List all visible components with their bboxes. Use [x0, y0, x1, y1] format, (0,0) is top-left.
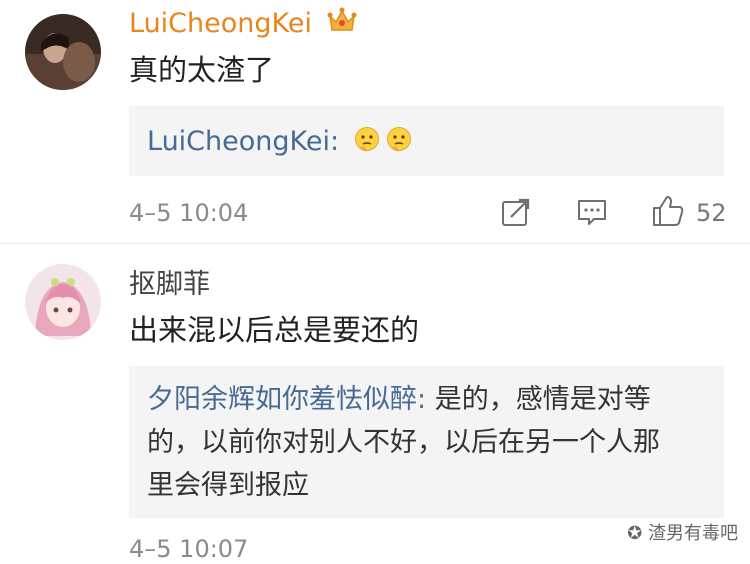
comment-item: 抠脚菲 出来混以后总是要还的 夕阳余辉如你羞怯似醉: 是的，感情是对等 的，以前… [0, 244, 750, 563]
comment-text: 出来混以后总是要还的 [129, 313, 420, 347]
reply-quote[interactable]: 夕阳余辉如你羞怯似醉: 是的，感情是对等 的，以前你对别人不好，以后在另一个人那… [129, 366, 724, 518]
comment-item: LuiCheongKei 真的太渣了 LuiCheongKei: 4–5 10:… [0, 0, 750, 242]
like-count: 52 [696, 199, 727, 227]
reply-quote[interactable]: LuiCheongKei: [129, 106, 724, 176]
username[interactable]: LuiCheongKei [129, 8, 312, 39]
username[interactable]: 抠脚菲 [129, 268, 210, 302]
comment-button[interactable] [576, 196, 608, 232]
crown-icon [327, 6, 357, 43]
reply-username[interactable]: 夕阳余辉如你羞怯似醉: [147, 384, 426, 415]
reply-text-line: 是的，感情是对等 [426, 384, 651, 415]
watermark-text: 渣男有毒吧 [648, 523, 738, 544]
comment-text: 真的太渣了 [129, 53, 275, 87]
comment-icon [578, 200, 606, 225]
timestamp: 4–5 10:04 [129, 199, 249, 227]
repost-button[interactable] [500, 196, 532, 232]
avatar[interactable] [25, 14, 101, 90]
thinking-emoji-icon [386, 124, 412, 152]
share-icon [502, 198, 530, 226]
thumbs-up-icon [653, 196, 684, 226]
watermark: ✪ 渣男有毒吧 [627, 524, 738, 544]
like-button[interactable] [650, 193, 686, 233]
timestamp: 4–5 10:07 [129, 535, 249, 563]
thinking-emoji-icon [354, 124, 380, 152]
avatar[interactable] [25, 264, 101, 340]
reply-text-line: 的，以前你对别人不好，以后在另一个人那 [147, 427, 660, 458]
wechat-icon: ✪ [627, 523, 643, 544]
reply-text-line: 里会得到报应 [147, 470, 309, 501]
reply-username[interactable]: LuiCheongKei: [147, 126, 339, 157]
